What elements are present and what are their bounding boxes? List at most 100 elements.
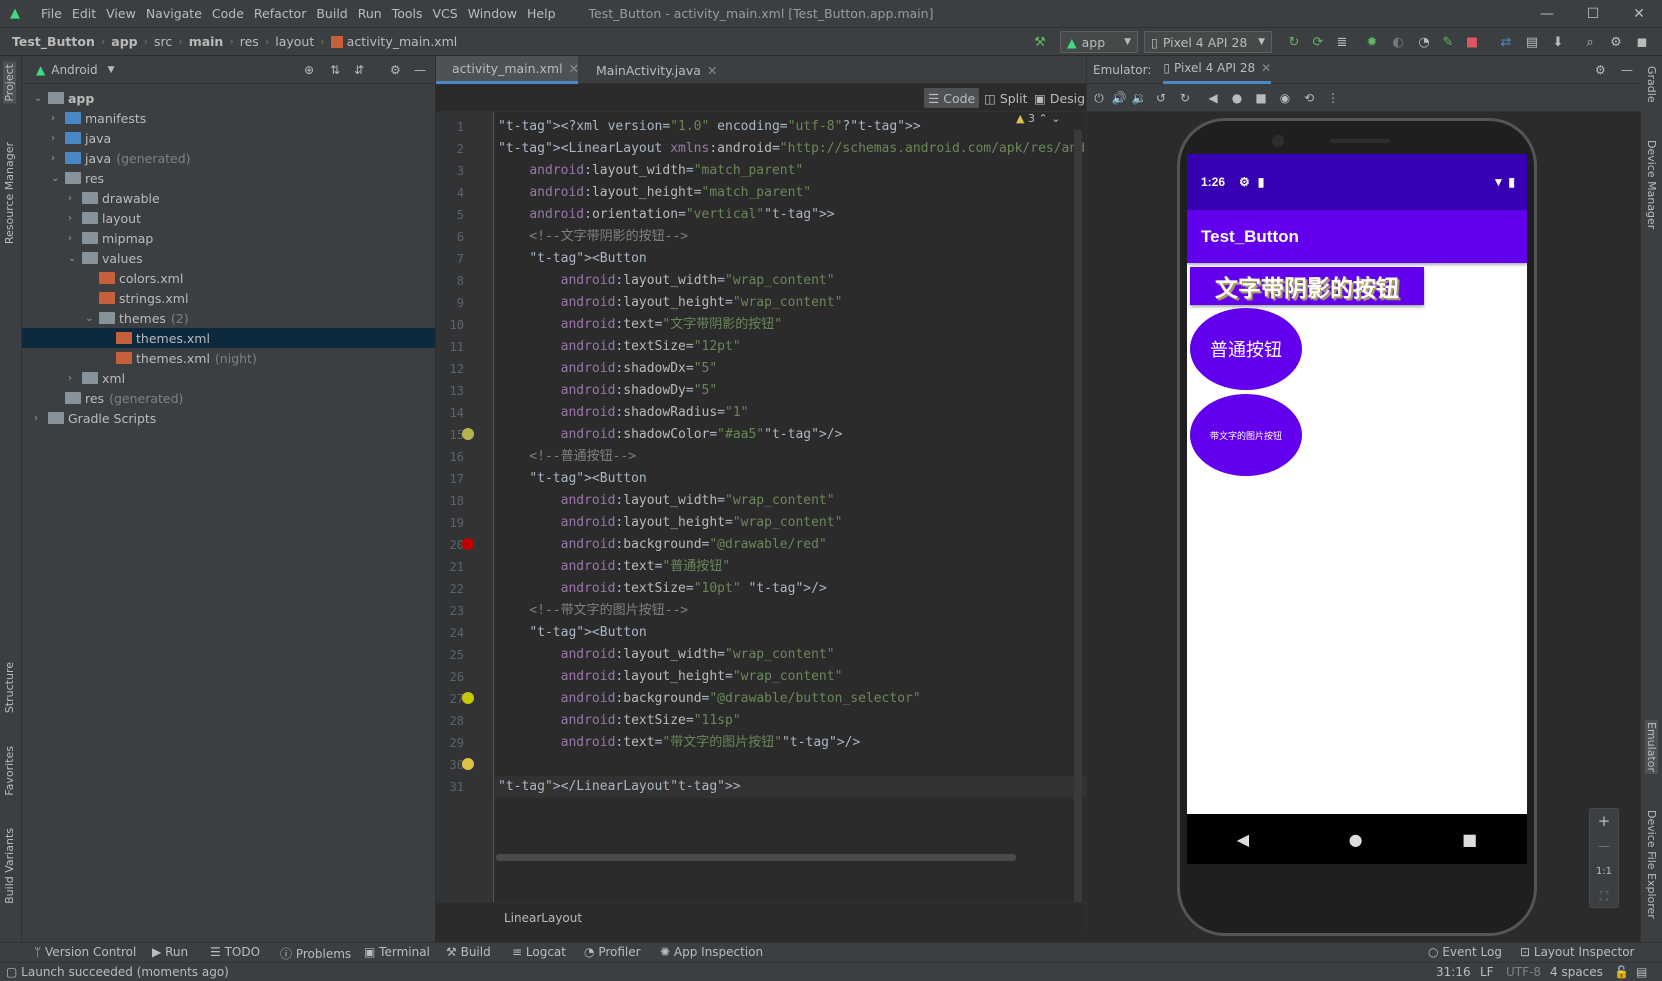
menu-code[interactable]: Code bbox=[207, 6, 249, 21]
chevron-right-icon[interactable]: › bbox=[51, 133, 65, 144]
zoom-in-button[interactable]: + bbox=[1590, 809, 1618, 834]
code-line[interactable]: android:layout_height="wrap_content" bbox=[498, 666, 843, 688]
code-line[interactable]: "t-tag"></LinearLayout"t-tag">> bbox=[498, 776, 741, 798]
lock-icon[interactable]: 🔓 bbox=[1614, 965, 1629, 979]
tab-activity-main[interactable]: activity_main.xml ✕ bbox=[436, 56, 579, 84]
tool-layout-inspector[interactable]: ⊡ Layout Inspector bbox=[1520, 945, 1634, 959]
tree-item[interactable]: res (generated) bbox=[22, 388, 435, 408]
code-line[interactable]: android:text="普通按钮" bbox=[498, 556, 730, 578]
tab-pixel-4[interactable]: ▯ Pixel 4 API 28 ✕ bbox=[1163, 56, 1272, 84]
chevron-right-icon[interactable]: › bbox=[68, 193, 82, 204]
tab-device-file-explorer[interactable]: Device File Explorer bbox=[1645, 810, 1658, 919]
tab-main-activity[interactable]: MainActivity.java ✕ bbox=[580, 56, 720, 84]
overview-icon[interactable]: ■ bbox=[1462, 830, 1477, 849]
power-icon[interactable]: ⏻ bbox=[1091, 90, 1107, 106]
minimize-icon[interactable]: — bbox=[1524, 0, 1570, 28]
chevron-right-icon[interactable]: › bbox=[51, 153, 65, 164]
code-line[interactable]: android:text="带文字的图片按钮""t-tag">/> bbox=[498, 732, 861, 754]
tab-favorites[interactable]: Favorites bbox=[3, 746, 16, 796]
close-icon[interactable]: ✕ bbox=[569, 61, 579, 76]
menu-refactor[interactable]: Refactor bbox=[249, 6, 311, 21]
menu-navigate[interactable]: Navigate bbox=[141, 6, 207, 21]
menu-help[interactable]: Help bbox=[522, 6, 561, 21]
code-line[interactable]: android:layout_width="wrap_content" bbox=[498, 644, 835, 666]
code-line[interactable]: android:shadowColor="#aa5""t-tag">/> bbox=[498, 424, 843, 446]
home-icon[interactable]: ● bbox=[1229, 90, 1245, 106]
file-encoding[interactable]: UTF-8 bbox=[1506, 965, 1541, 979]
tab-structure[interactable]: Structure bbox=[3, 662, 16, 713]
code-line[interactable]: android:textSize="10pt" "t-tag">/> bbox=[498, 578, 827, 600]
mode-split[interactable]: ◫ Split bbox=[980, 88, 1032, 108]
chevron-right-icon[interactable]: › bbox=[68, 233, 82, 244]
menu-vcs[interactable]: VCS bbox=[428, 6, 463, 21]
code-line[interactable]: android:orientation="vertical""t-tag">> bbox=[498, 204, 834, 226]
chevron-down-icon[interactable]: ⌄ bbox=[85, 313, 99, 324]
zoom-out-button[interactable]: — bbox=[1590, 834, 1618, 859]
breadcrumb-app[interactable]: app bbox=[111, 34, 137, 49]
tree-item[interactable]: › layout bbox=[22, 208, 435, 228]
chevron-down-icon[interactable]: ⌄ bbox=[1051, 112, 1060, 125]
tab-resource-manager[interactable]: Resource Manager bbox=[3, 142, 16, 244]
plain-button[interactable]: 普通按钮 bbox=[1190, 308, 1302, 390]
tool-terminal[interactable]: ▣ Terminal bbox=[364, 945, 430, 959]
close-icon[interactable]: ✕ bbox=[707, 63, 717, 78]
gear-icon[interactable]: ⚙ bbox=[390, 63, 401, 77]
zoom-actual-button[interactable]: 1:1 bbox=[1590, 859, 1618, 884]
hide-icon[interactable]: — bbox=[414, 63, 426, 77]
more-icon[interactable]: ⋮ bbox=[1325, 90, 1341, 106]
code-line[interactable]: <!--文字带阴影的按钮--> bbox=[498, 226, 688, 248]
apply-changes-icon[interactable]: ↻ bbox=[1284, 32, 1304, 52]
caret-position[interactable]: 31:16 bbox=[1436, 965, 1471, 979]
device-select[interactable]: ▯ Pixel 4 API 28 ▼ bbox=[1144, 31, 1272, 53]
code-line[interactable]: android:layout_width="wrap_content" bbox=[498, 490, 835, 512]
rotate-right-icon[interactable]: ↻ bbox=[1177, 90, 1193, 106]
code-line[interactable]: android:text="文字带阴影的按钮" bbox=[498, 314, 782, 336]
chevron-down-icon[interactable]: ⌄ bbox=[51, 173, 65, 184]
drawable-preview-icon[interactable] bbox=[462, 538, 474, 550]
chevron-down-icon[interactable]: ⌄ bbox=[68, 253, 82, 264]
back-icon[interactable]: ◀ bbox=[1205, 90, 1221, 106]
breadcrumb-src[interactable]: src bbox=[154, 34, 172, 49]
code-line[interactable]: android:shadowDx="5" bbox=[498, 358, 718, 380]
code-line[interactable]: <!--普通按钮--> bbox=[498, 446, 636, 468]
code-line[interactable]: android:textSize="12pt" bbox=[498, 336, 741, 358]
lightbulb-icon[interactable] bbox=[462, 758, 474, 770]
menu-edit[interactable]: Edit bbox=[67, 6, 101, 21]
chevron-up-icon[interactable]: ⌃ bbox=[1038, 112, 1047, 125]
coverage-icon[interactable]: ≣ bbox=[1332, 32, 1352, 52]
tree-item[interactable]: ⌄ themes (2) bbox=[22, 308, 435, 328]
home-icon[interactable]: ● bbox=[1349, 830, 1363, 849]
memory-icon[interactable]: ▤ bbox=[1636, 965, 1647, 979]
tab-build-variants[interactable]: Build Variants bbox=[3, 828, 16, 904]
attach-icon[interactable]: ◐ bbox=[1388, 32, 1408, 52]
editor-breadcrumb-label[interactable]: LinearLayout bbox=[504, 911, 582, 925]
code-line[interactable]: <!--带文字的图片按钮--> bbox=[498, 600, 688, 622]
code-line[interactable]: android:textSize="11sp" bbox=[498, 710, 741, 732]
chevron-down-icon[interactable]: ⌄ bbox=[34, 93, 48, 104]
chevron-right-icon[interactable]: › bbox=[68, 213, 82, 224]
tree-item[interactable]: colors.xml bbox=[22, 268, 435, 288]
code-line[interactable]: "t-tag"><?xml version="1.0" encoding="ut… bbox=[498, 116, 921, 138]
attach-debugger-icon[interactable]: ✎ bbox=[1438, 32, 1458, 52]
search-icon[interactable]: ⌕ bbox=[1580, 32, 1600, 52]
locate-icon[interactable]: ⊕ bbox=[304, 63, 314, 77]
chevron-right-icon[interactable]: › bbox=[68, 373, 82, 384]
tree-item[interactable]: › xml bbox=[22, 368, 435, 388]
sync-icon[interactable]: ⇄ bbox=[1496, 32, 1516, 52]
tree-item[interactable]: › drawable bbox=[22, 188, 435, 208]
menu-run[interactable]: Run bbox=[353, 6, 387, 21]
mode-code[interactable]: ☰ Code bbox=[924, 88, 980, 108]
menu-window[interactable]: Window bbox=[463, 6, 522, 21]
collapse-all-icon[interactable]: ⇵ bbox=[354, 63, 364, 77]
warning-indicator[interactable]: ▲ 3 ⌃ ⌄ bbox=[1016, 112, 1060, 125]
breadcrumb-main[interactable]: main bbox=[189, 34, 224, 49]
tab-device-manager[interactable]: Device Manager bbox=[1645, 140, 1658, 229]
breadcrumb-layout[interactable]: layout bbox=[275, 34, 314, 49]
color-swatch-icon[interactable] bbox=[462, 428, 474, 440]
line-separator[interactable]: LF bbox=[1480, 965, 1494, 979]
account-icon[interactable]: ◼ bbox=[1632, 32, 1652, 52]
tree-item[interactable]: › java bbox=[22, 128, 435, 148]
tree-item[interactable]: ⌄ app bbox=[22, 88, 435, 108]
menu-build[interactable]: Build bbox=[311, 6, 352, 21]
device-screen[interactable]: 1:26 ⚙ ▮ ▼ ▮ Test_Button 文字带阴影的按钮 普通按钮 带… bbox=[1187, 154, 1527, 864]
